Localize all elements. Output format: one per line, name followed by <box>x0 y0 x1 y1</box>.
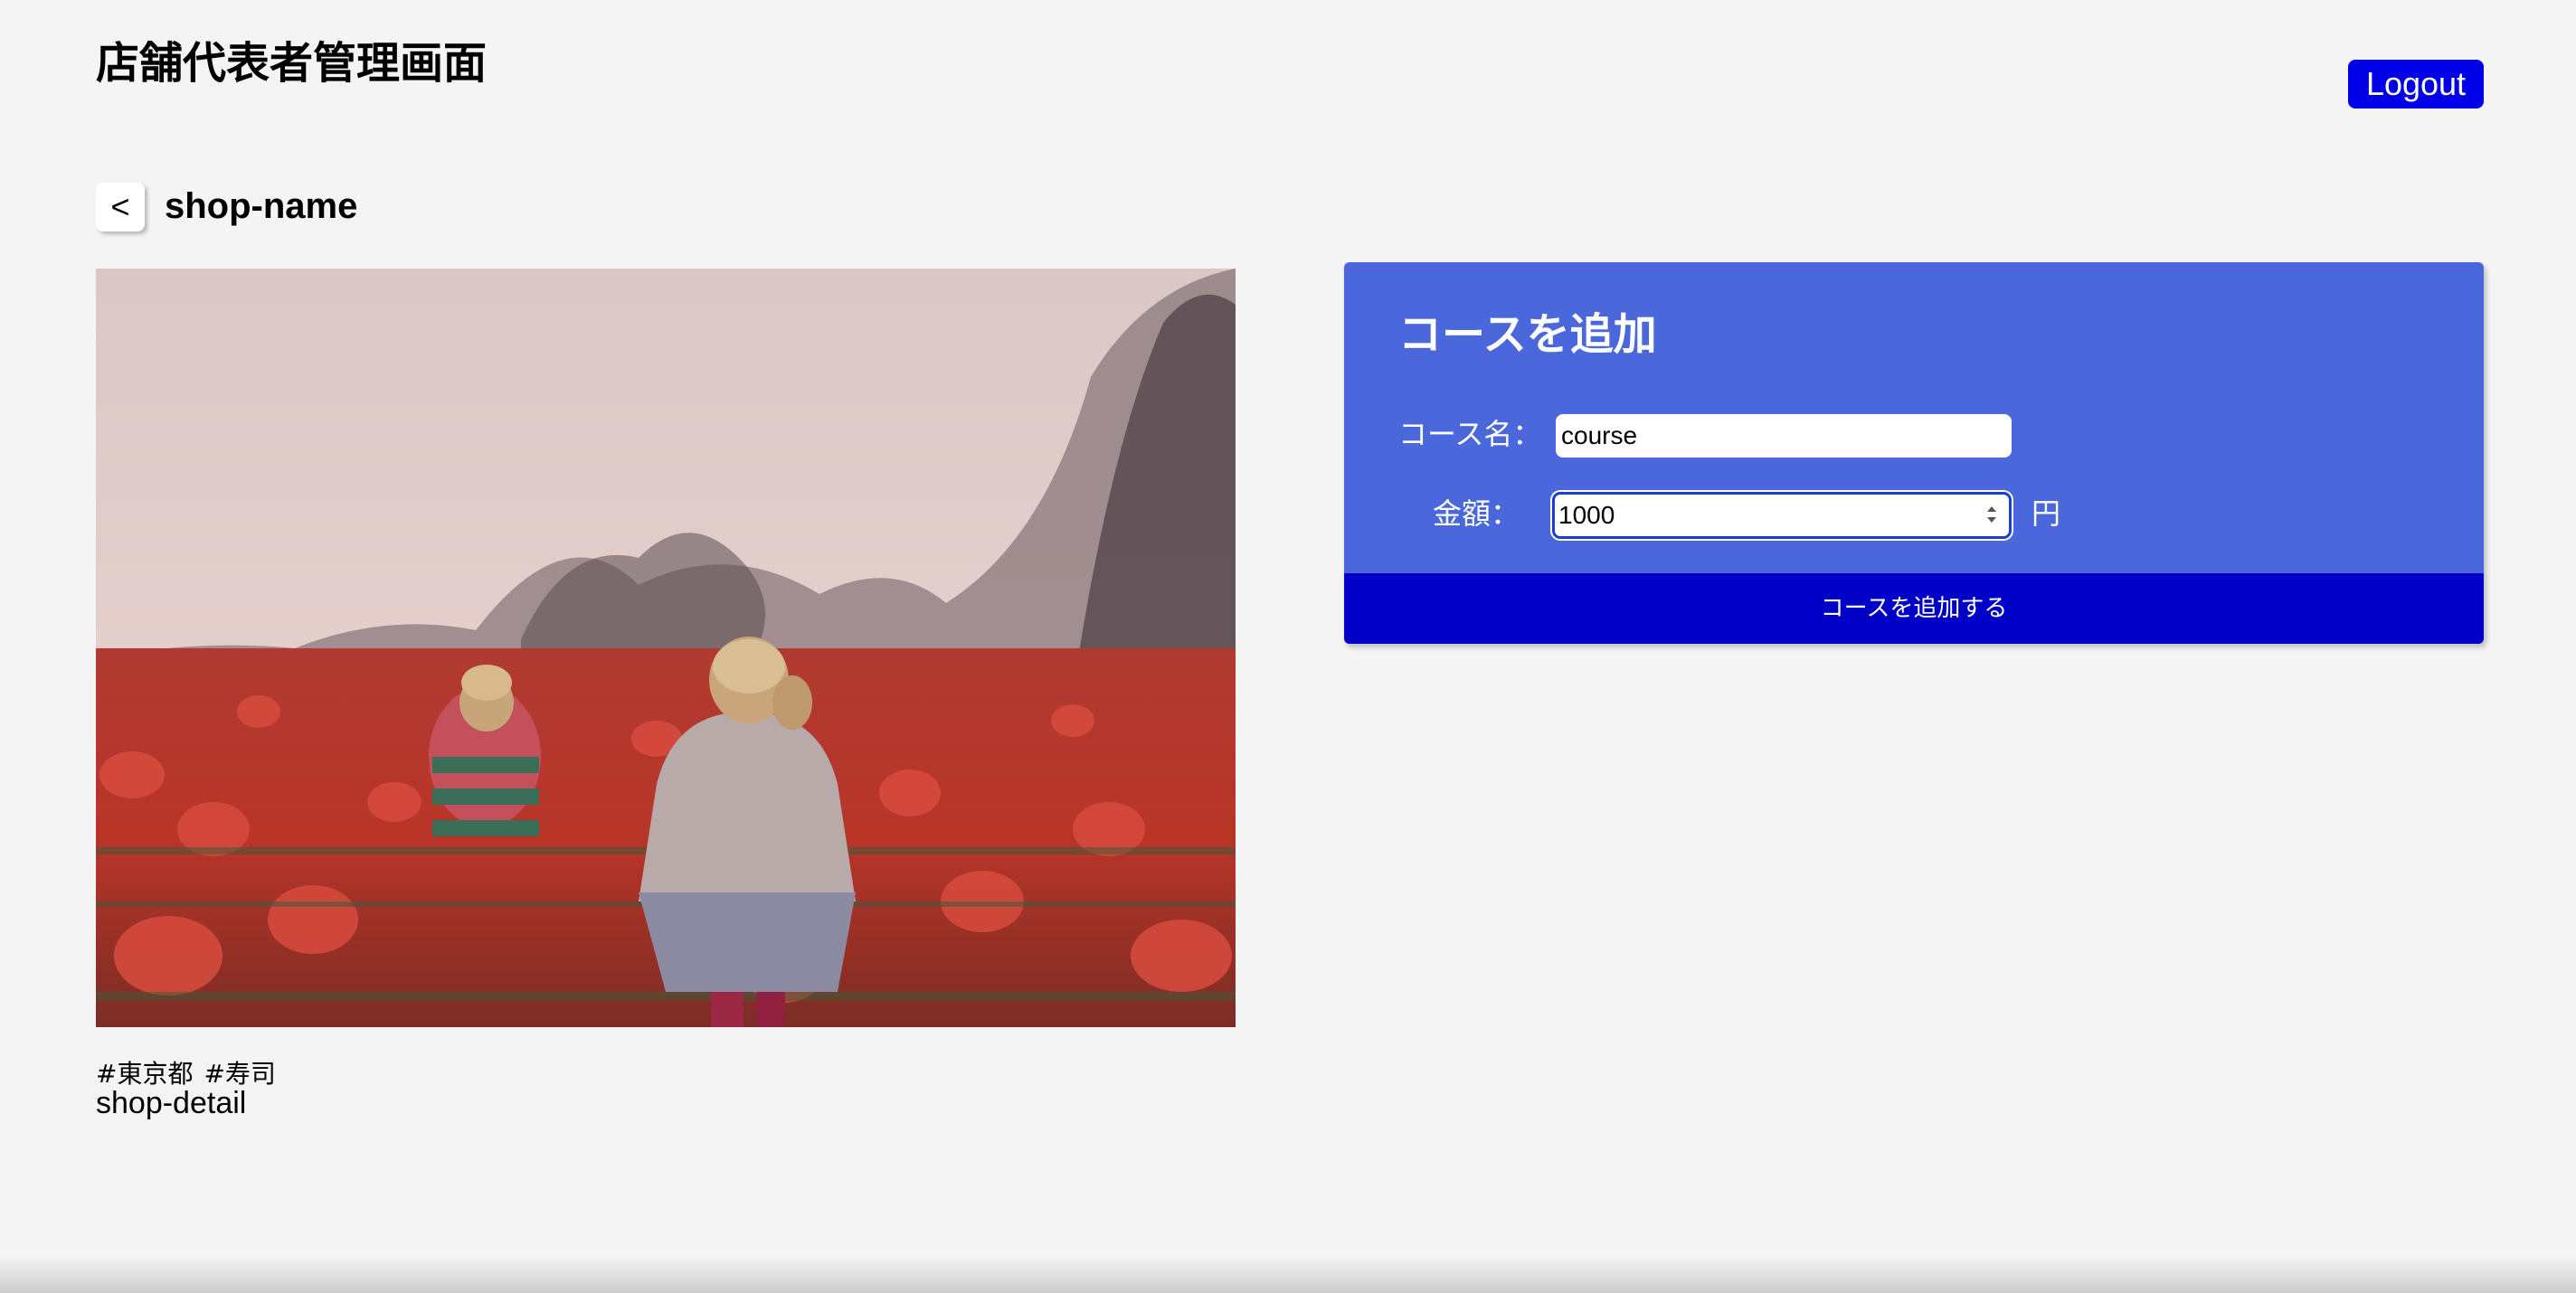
price-input[interactable] <box>1555 495 1971 536</box>
add-course-title: コースを追加 <box>1398 309 1657 360</box>
spinner-arrows-icon[interactable] <box>1984 502 2000 527</box>
price-field[interactable] <box>1552 492 2012 539</box>
add-course-card: コースを追加 コース名： 金額： 円 コースを追加する <box>1344 262 2484 644</box>
price-unit: 円 <box>2031 496 2061 531</box>
back-button[interactable]: < <box>96 183 145 231</box>
shop-name: shop-name <box>165 186 358 226</box>
logout-button[interactable]: Logout <box>2348 60 2484 109</box>
price-label: 金額： <box>1432 496 1520 531</box>
bottom-shadow <box>0 1257 2576 1293</box>
course-name-input[interactable] <box>1556 414 2012 458</box>
page-title: 店舗代表者管理画面 <box>96 38 488 89</box>
shop-image <box>96 269 1236 1027</box>
shop-detail: shop-detail <box>96 1086 247 1120</box>
add-course-button[interactable]: コースを追加する <box>1344 573 2484 644</box>
